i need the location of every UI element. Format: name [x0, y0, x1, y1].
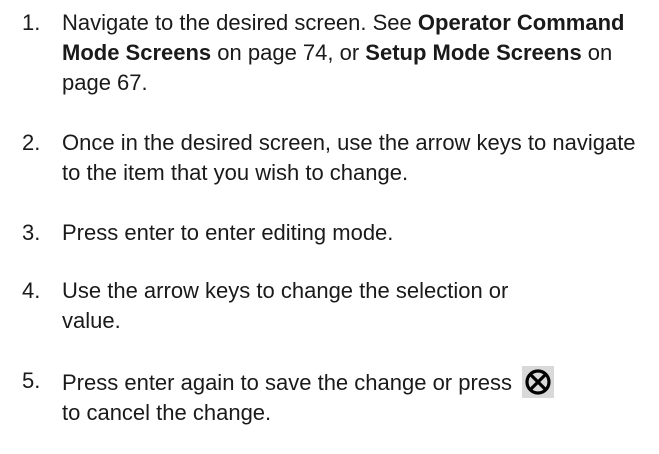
step-text: Once in the desired screen, use the arro…: [62, 130, 636, 185]
section-reference-setup-mode-screens: Setup Mode Screens: [365, 40, 582, 65]
step-number: 3.: [22, 220, 41, 245]
step-text: Press enter to enter editing mode.: [62, 220, 394, 245]
step-list: 1. Navigate to the desired screen. See O…: [0, 0, 659, 454]
cancel-key-icon: [522, 366, 555, 398]
step-text-segment: to cancel the change.: [62, 400, 272, 425]
step-number: 5.: [22, 368, 41, 393]
step-text: Navigate to the desired screen. See Oper…: [62, 8, 642, 98]
step-text: Use the arrow keys to change the selecti…: [62, 278, 509, 333]
step-text-segment: Press enter again to save the change or …: [62, 370, 519, 395]
step-number: 1.: [22, 10, 41, 35]
step-text-segment: on page 74, or: [211, 40, 366, 65]
step-number: 4.: [22, 278, 41, 303]
step-text-segment: Navigate to the desired screen. See: [62, 10, 418, 35]
step-text: Press enter again to save the change or …: [62, 366, 652, 428]
step-number: 2.: [22, 130, 41, 155]
